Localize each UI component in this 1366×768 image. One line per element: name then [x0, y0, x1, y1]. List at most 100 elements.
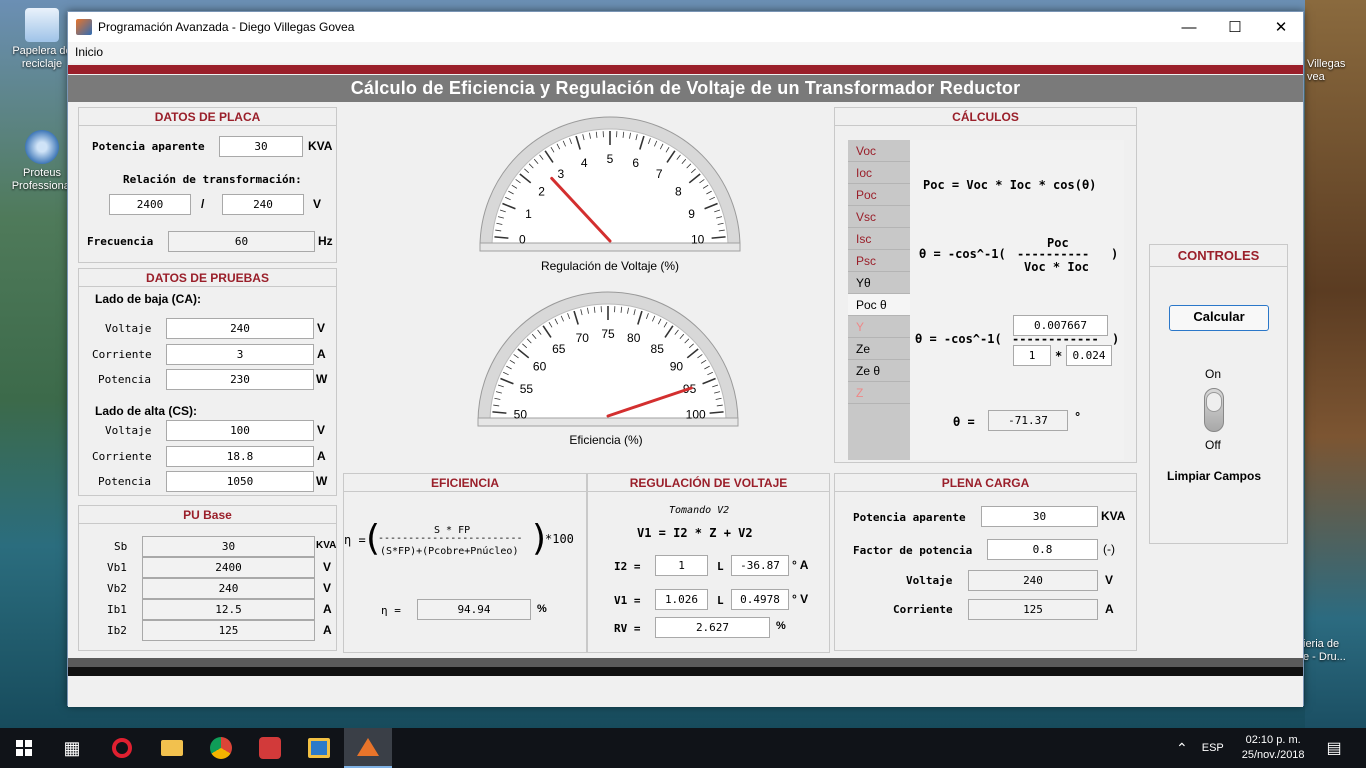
minimize-icon[interactable]: —	[1166, 12, 1212, 42]
theta-result[interactable]: -71.37	[988, 410, 1068, 431]
pu-ib1-value[interactable]: 12.5	[142, 599, 315, 620]
plena-corriente-value[interactable]: 125	[968, 599, 1098, 620]
alta-corriente-input[interactable]: 18.8	[166, 446, 314, 467]
alta-potencia-input[interactable]: 1050	[166, 471, 314, 492]
windows-logo	[16, 740, 32, 756]
recycle-bin-icon[interactable]: Papelera de reciclaje	[10, 8, 74, 71]
gauge-tick-label: 8	[675, 185, 682, 199]
eq2-bar: ----------	[1017, 247, 1090, 261]
opera-icon[interactable]	[98, 728, 146, 768]
notifications-icon[interactable]: ▤	[1327, 738, 1342, 758]
plena-voltaje-unit: V	[1105, 573, 1114, 587]
baja-corriente-label: Corriente	[92, 348, 152, 361]
calc-item-psc[interactable]: Psc	[848, 250, 910, 272]
panel-title: CONTROLES	[1150, 245, 1287, 267]
v1-angle-symbol: L	[717, 594, 724, 607]
eq3-den-b[interactable]: 0.024	[1066, 345, 1112, 366]
calc-item-poc-theta[interactable]: Poc θ	[848, 294, 910, 316]
proteus-glyph	[25, 130, 59, 164]
matlab-app-icon	[76, 19, 92, 35]
panel-regulacion: REGULACIÓN DE VOLTAJE Tomando V2 V1 = I2…	[587, 473, 830, 653]
task-view-icon[interactable]: ▦	[48, 728, 96, 768]
tray-chevron-icon[interactable]: ⌃	[1176, 740, 1188, 757]
limpiar-campos-label: Limpiar Campos	[1167, 469, 1262, 483]
menu-inicio[interactable]: Inicio	[75, 45, 103, 59]
calc-item-vsc[interactable]: Vsc	[848, 206, 910, 228]
page-title: Cálculo de Eficiencia y Regulación de Vo…	[68, 75, 1303, 102]
gauge-tick-label: 3	[557, 167, 564, 181]
alta-voltaje-input[interactable]: 100	[166, 420, 314, 441]
baja-potencia-input[interactable]: 230	[166, 369, 314, 390]
times-100: *100	[545, 532, 574, 546]
pu-ib2-value[interactable]: 125	[142, 620, 315, 641]
desktop-scene-right: Villegas vea ieria de e - Dru...	[1303, 0, 1366, 728]
relacion-secundario-input[interactable]: 240	[222, 194, 304, 215]
windows-start-icon[interactable]	[0, 728, 48, 768]
calcular-button[interactable]: Calcular	[1169, 305, 1269, 331]
i2-angle-symbol: L	[717, 560, 724, 573]
language-indicator[interactable]: ESP	[1202, 742, 1224, 754]
calc-item-ze-theta[interactable]: Ze θ	[848, 360, 910, 382]
gauge-tick-label: 100	[686, 407, 706, 421]
bottom-accent-bar	[68, 658, 1303, 676]
clock-time: 02:10 p. m.	[1245, 734, 1301, 746]
plena-fp-input[interactable]: 0.8	[987, 539, 1098, 560]
i2-angle[interactable]: -36.87	[731, 555, 789, 576]
relacion-primario-input[interactable]: 2400	[109, 194, 191, 215]
maximize-icon[interactable]: ☐	[1212, 12, 1258, 42]
calc-item-y-theta[interactable]: Yθ	[848, 272, 910, 294]
chrome-icon[interactable]	[197, 728, 245, 768]
baja-voltaje-label: Voltaje	[105, 322, 152, 335]
baja-potencia-unit: W	[316, 372, 328, 386]
calc-item-voc[interactable]: Voc	[848, 140, 910, 162]
gauge-tick-label: 9	[688, 207, 695, 221]
calc-item-ze[interactable]: Ze	[848, 338, 910, 360]
panel-title: DATOS DE PRUEBAS	[79, 269, 336, 287]
v1-magnitude[interactable]: 1.026	[655, 589, 708, 610]
app-blue-icon[interactable]	[295, 728, 343, 768]
gauge-tick-label: 0	[519, 232, 526, 246]
eq3-den-a[interactable]: 1	[1013, 345, 1051, 366]
calc-item-ioc[interactable]: Ioc	[848, 162, 910, 184]
baja-voltaje-input[interactable]: 240	[166, 318, 314, 339]
panel-title: PLENA CARGA	[835, 474, 1136, 492]
proteus-icon[interactable]: Proteus Professional	[10, 130, 74, 193]
calc-item-z[interactable]: Z	[848, 382, 910, 404]
clock[interactable]: 02:10 p. m. 25/nov./2018	[1242, 733, 1305, 763]
pu-vb2-value[interactable]: 240	[142, 578, 315, 599]
pu-vb1-value[interactable]: 2400	[142, 557, 315, 578]
gauge-tick-label: 50	[514, 407, 528, 421]
eficiencia-result[interactable]: 94.94	[417, 599, 531, 620]
calc-item-poc[interactable]: Poc	[848, 184, 910, 206]
plena-potencia-input[interactable]: 30	[981, 506, 1098, 527]
baja-corriente-input[interactable]: 3	[166, 344, 314, 365]
lado-baja-title: Lado de baja (CA):	[95, 292, 202, 306]
theta-unit: °	[1074, 410, 1082, 424]
pu-sb-value[interactable]: 30	[142, 536, 315, 557]
gauge-tick-label: 10	[691, 232, 705, 246]
file-explorer-icon[interactable]	[148, 728, 196, 768]
rv-value[interactable]: 2.627	[655, 617, 770, 638]
i2-magnitude[interactable]: 1	[655, 555, 708, 576]
eq3-prefix: θ = -cos^-1(	[915, 332, 1002, 346]
window-footer	[68, 676, 1303, 707]
pu-ib1-label: Ib1	[107, 603, 127, 616]
v1-angle[interactable]: 0.4978	[731, 589, 789, 610]
panel-title: EFICIENCIA	[344, 474, 586, 492]
gauge-tick-label: 65	[552, 342, 566, 356]
close-icon[interactable]: ✕	[1258, 12, 1304, 42]
app-window: Programación Avanzada - Diego Villegas G…	[67, 11, 1304, 707]
gauge-tick-label: 1	[525, 207, 532, 221]
matlab-taskbar-icon[interactable]	[344, 728, 392, 768]
on-off-switch[interactable]	[1204, 388, 1224, 432]
title-bar[interactable]: Programación Avanzada - Diego Villegas G…	[68, 12, 1303, 42]
calc-item-isc[interactable]: Isc	[848, 228, 910, 250]
panel-title: PU Base	[79, 506, 336, 524]
plena-voltaje-value[interactable]: 240	[968, 570, 1098, 591]
panel-title: DATOS DE PLACA	[79, 108, 336, 126]
frecuencia-input[interactable]: 60	[168, 231, 315, 252]
calc-item-y[interactable]: Y	[848, 316, 910, 338]
app-red-icon[interactable]	[246, 728, 294, 768]
potencia-aparente-input[interactable]: 30	[219, 136, 303, 157]
pu-ib2-label: Ib2	[107, 624, 127, 637]
